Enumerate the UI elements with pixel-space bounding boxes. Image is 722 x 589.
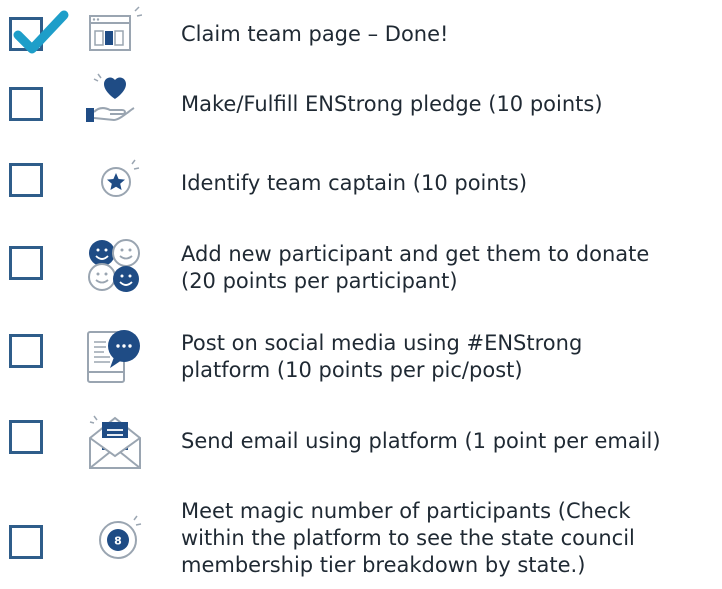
envelope-letter-icon xyxy=(89,415,141,469)
checkmark-icon xyxy=(13,10,69,54)
checkbox-email[interactable] xyxy=(9,420,43,454)
checkbox-magic-number[interactable] xyxy=(9,525,43,559)
checkbox-social-media[interactable] xyxy=(9,334,43,368)
label-line: Meet magic number of participants (Check xyxy=(181,499,631,523)
item-label: Identify team captain (10 points) xyxy=(181,170,527,197)
item-label: Meet magic number of participants (Check… xyxy=(181,498,635,579)
item-label: Send email using platform (1 point per e… xyxy=(181,428,661,455)
label-line: platform (10 points per pic/post) xyxy=(181,358,523,382)
item-label: Post on social media using #ENStrong pla… xyxy=(181,330,582,384)
label-line: within the platform to see the state cou… xyxy=(181,526,635,550)
webpage-icon xyxy=(89,6,142,51)
item-label: Make/Fulfill ENStrong pledge (10 points) xyxy=(181,91,603,118)
label-line: membership tier breakdown by state.) xyxy=(181,553,586,577)
badge-number: 8 xyxy=(114,535,122,548)
label-line: Post on social media using #ENStrong xyxy=(181,331,583,355)
label-line: Make/Fulfill ENStrong pledge (10 points) xyxy=(181,92,603,116)
checkbox-claim-team-page[interactable] xyxy=(9,10,69,54)
hand-heart-icon xyxy=(86,73,135,122)
star-badge-icon xyxy=(101,159,140,197)
checkbox-team-captain[interactable] xyxy=(9,163,43,197)
label-line: Identify team captain (10 points) xyxy=(181,171,528,195)
checkbox-new-participant[interactable] xyxy=(9,246,43,280)
number-eight-badge-icon: 8 xyxy=(99,515,142,559)
item-label: Claim team page – Done! xyxy=(181,21,448,48)
label-line: Send email using platform (1 point per e… xyxy=(181,429,661,453)
checkbox-pledge[interactable] xyxy=(9,87,43,121)
smiley-group-icon xyxy=(88,239,140,292)
label-line: Add new participant and get them to dona… xyxy=(181,242,650,266)
phone-chat-icon xyxy=(87,330,140,383)
label-line: Claim team page – Done! xyxy=(181,22,449,46)
label-line: (20 points per participant) xyxy=(181,269,458,293)
item-label: Add new participant and get them to dona… xyxy=(181,241,649,295)
